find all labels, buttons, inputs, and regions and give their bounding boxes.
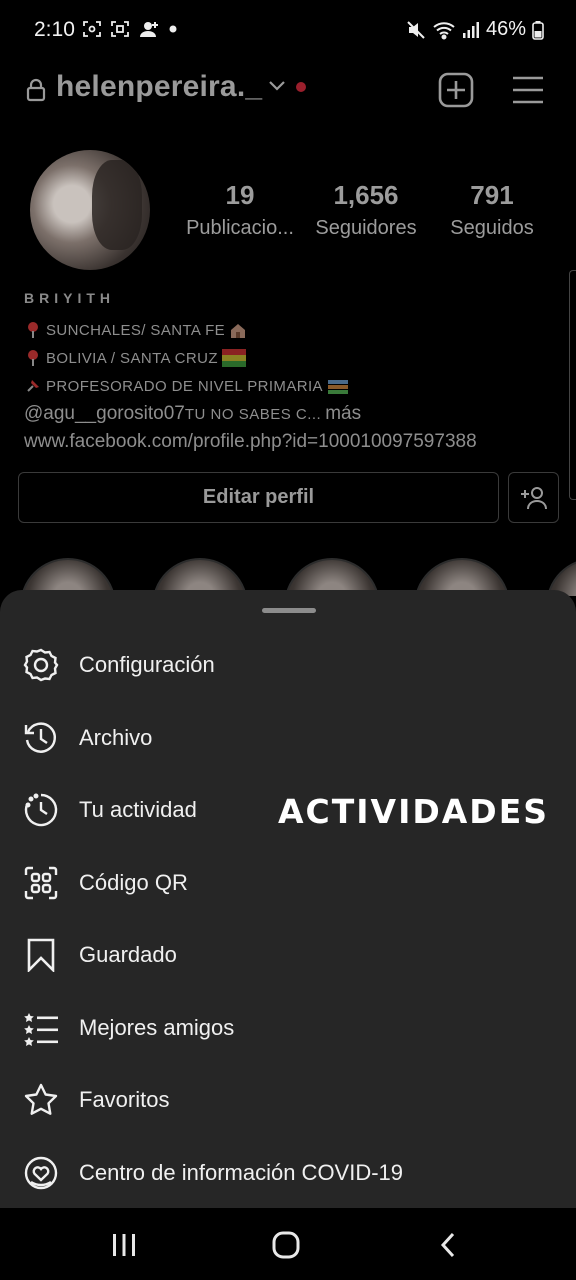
bio-line: BOLIVIA / SANTA CRUZ (24, 344, 477, 372)
profile-header: helenpereira._ (0, 62, 576, 118)
stat-posts[interactable]: 19 Publicacio... (180, 180, 300, 240)
bolivia-flag-icon (221, 349, 246, 367)
menu-item-saved[interactable]: Guardado (0, 924, 576, 986)
discover-people-button[interactable] (508, 472, 559, 523)
dot-icon (169, 25, 177, 33)
home-icon (272, 1231, 300, 1259)
bookmark-icon (22, 936, 60, 974)
screenshot-icon (83, 21, 101, 37)
menu-item-qr-code[interactable]: Código QR (0, 852, 576, 914)
covid-info-icon (22, 1154, 60, 1192)
status-right: 46% (406, 18, 544, 41)
recent-apps-button[interactable] (104, 1228, 144, 1262)
status-left-icons (82, 20, 178, 38)
recent-apps-icon (113, 1234, 135, 1256)
status-time: 2:10 (34, 18, 75, 41)
back-button[interactable] (428, 1228, 468, 1262)
profile-avatar[interactable] (30, 150, 150, 270)
bio-more-link[interactable]: más (325, 403, 361, 425)
mute-icon (407, 20, 425, 39)
battery-percent: 46% (485, 18, 526, 40)
person-add-icon (140, 22, 158, 37)
edit-profile-button[interactable]: Editar perfil (18, 472, 499, 523)
notification-dot (296, 82, 306, 92)
archive-icon (22, 719, 60, 757)
stat-value: 791 (470, 180, 514, 210)
menu-item-label: Tu actividad (79, 797, 197, 822)
stat-value: 19 (225, 180, 255, 210)
bio-mention[interactable]: @agu__gorosito07 (24, 403, 185, 425)
stat-followers[interactable]: 1,656 Seguidores (306, 180, 426, 240)
bio-location-2: BOLIVIA / SANTA CRUZ (46, 349, 218, 367)
status-bar: 2:10 46% (0, 0, 576, 60)
username[interactable]: helenpereira._ (56, 70, 262, 104)
close-friends-icon (22, 1009, 60, 1047)
battery-icon (532, 20, 544, 40)
menu-item-label: Guardado (79, 942, 177, 967)
profile-bio: BRIYITH SUNCHALES/ SANTA FE BOLIVIA / SA… (24, 290, 477, 456)
menu-item-label: Código QR (79, 870, 188, 895)
menu-item-favorites[interactable]: Favoritos (0, 1069, 576, 1131)
bio-name: BRIYITH (24, 290, 115, 306)
menu-item-settings[interactable]: Configuración (0, 634, 576, 696)
settings-icon (22, 646, 60, 684)
stat-value: 1,656 (333, 180, 399, 210)
menu-item-label: Centro de información COVID-19 (79, 1160, 404, 1185)
bio-location-1: SUNCHALES/ SANTA FE (46, 321, 226, 339)
signal-icon (462, 21, 479, 38)
system-nav-bar (0, 1208, 576, 1280)
back-icon (440, 1232, 455, 1258)
menu-icon[interactable] (510, 72, 546, 108)
sheet-drag-handle[interactable] (262, 608, 316, 613)
star-icon (22, 1081, 60, 1119)
wifi-icon (433, 21, 455, 39)
new-post-icon[interactable] (438, 72, 474, 108)
bio-line: PROFESORADO DE NIVEL PRIMARIA (24, 372, 477, 400)
bio-line: SUNCHALES/ SANTA FE (24, 316, 477, 344)
stat-label: Publicacio... (186, 217, 294, 239)
menu-item-archive[interactable]: Archivo (0, 707, 576, 769)
chevron-down-icon[interactable] (268, 80, 286, 92)
pin-icon (28, 350, 38, 366)
stat-following[interactable]: 791 Seguidos (436, 180, 548, 240)
house-icon (231, 324, 246, 338)
menu-item-label: Favoritos (79, 1087, 170, 1112)
qr-code-icon (22, 864, 60, 902)
menu-item-covid-info[interactable]: Centro de información COVID-19 (0, 1142, 576, 1204)
activity-icon (22, 791, 60, 829)
home-button[interactable] (266, 1228, 306, 1262)
bio-profession: PROFESORADO DE NIVEL PRIMARIA (46, 377, 323, 395)
add-person-icon (520, 486, 547, 509)
stat-label: Seguidores (315, 217, 417, 239)
menu-item-label: Mejores amigos (79, 1015, 235, 1040)
overlay-caption: ACTIVIDADES (278, 792, 549, 831)
books-icon (327, 380, 348, 394)
screenshot-icon (111, 21, 129, 37)
pushpin-icon (27, 380, 39, 392)
menu-item-close-friends[interactable]: Mejores amigos (0, 997, 576, 1059)
stat-label: Seguidos (450, 217, 534, 239)
bio-truncated-text: TU NO SABES C... (184, 405, 322, 423)
lock-icon (26, 78, 46, 102)
bio-link[interactable]: www.facebook.com/profile.php?id=10001009… (24, 428, 477, 456)
options-bottom-sheet: Configuración Archivo Tu actividad Códig… (0, 590, 576, 1208)
menu-item-label: Configuración (79, 652, 215, 677)
menu-item-label: Archivo (79, 725, 153, 750)
side-edge-handle[interactable] (569, 270, 576, 500)
bio-line: @agu__gorosito07 TU NO SABES C... más (24, 400, 477, 428)
pin-icon (28, 322, 38, 338)
